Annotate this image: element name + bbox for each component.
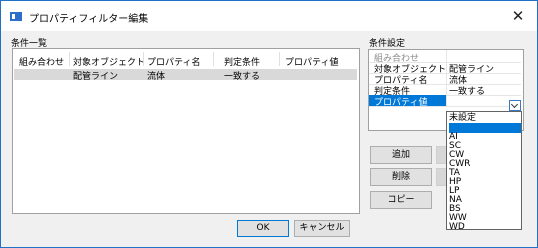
chevron-down-icon[interactable] [509,100,521,111]
col-header-object[interactable]: 対象オブジェクト [73,55,145,68]
dropdown-option[interactable]: WD [449,222,521,232]
dialog-window: プロパティフィルター編集 ✕ 条件一覧 組み合わせ 対象オブジェクト プロパティ… [0,0,538,248]
ok-button[interactable]: OK [237,220,289,237]
copy-button[interactable]: コピー [370,191,432,209]
col-header-combine[interactable]: 組み合わせ [19,55,64,68]
col-header-value[interactable]: プロパティ値 [285,55,338,68]
close-icon[interactable]: ✕ [507,6,529,26]
delete-button[interactable]: 削除 [370,168,432,186]
col-header-condition[interactable]: 判定条件 [224,55,260,68]
cell-condition: 一致する [224,72,261,82]
condition-list-view[interactable]: 組み合わせ 対象オブジェクト プロパティ名 判定条件 プロパティ値 配管ライン … [12,48,360,214]
condition-settings-label: 条件設定 [369,39,406,49]
title-bar: プロパティフィルター編集 ✕ [1,1,537,31]
property-value-dropdown[interactable]: 未設定 AI SC CW CWR TA HP LP NA BS WW WD [446,111,522,232]
app-window-icon [10,12,22,21]
cell-property: 流体 [147,72,166,82]
dropdown-option[interactable]: 未設定 [449,113,521,123]
cancel-button[interactable]: キャンセル [294,220,350,237]
window-title: プロパティフィルター編集 [29,14,149,25]
cell-object: 配管ライン [73,72,119,82]
table-row[interactable]: 配管ライン 流体 一致する [14,69,357,82]
col-header-property[interactable]: プロパティ名 [147,55,200,68]
grid-key-selected: プロパティ値 [369,95,446,108]
grid-row-value[interactable]: プロパティ値 [369,95,521,108]
add-button[interactable]: 追加 [370,146,432,164]
